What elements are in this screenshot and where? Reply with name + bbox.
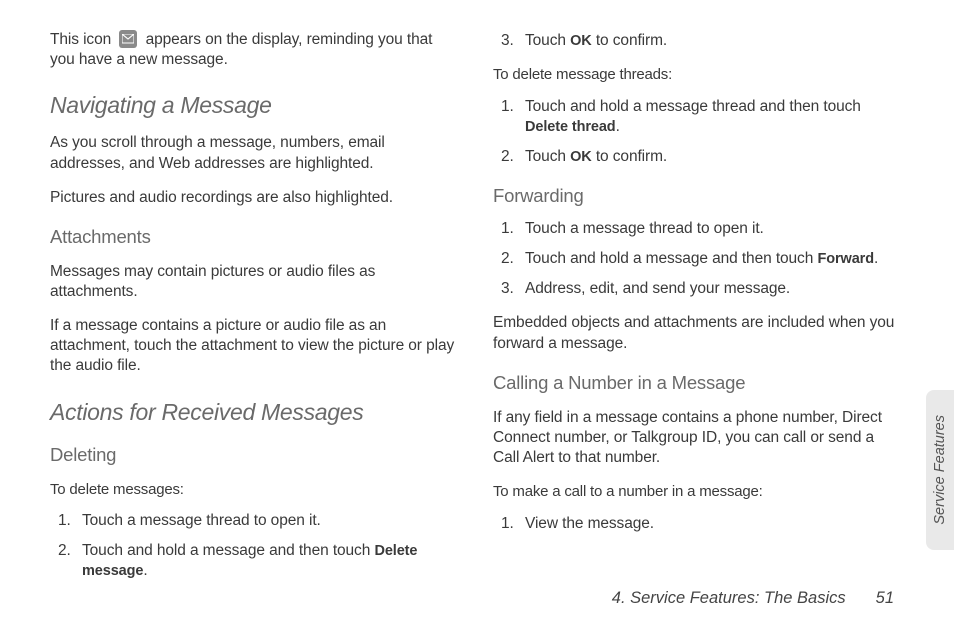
step-text: . xyxy=(616,118,620,135)
para-calling: If any field in a message contains a pho… xyxy=(493,408,904,468)
steps-calling: View the message. xyxy=(493,514,904,534)
intro-text: This icon appears on the display, remind… xyxy=(50,30,461,70)
para-forward-note: Embedded objects and attachments are inc… xyxy=(493,313,904,353)
two-column-layout: This icon appears on the display, remind… xyxy=(50,30,904,582)
step-text: Touch and hold a message thread and then… xyxy=(525,98,861,115)
step-text: Touch xyxy=(525,148,570,165)
ui-label-ok: OK xyxy=(570,149,592,165)
column-right: Touch OK to confirm. To delete message t… xyxy=(493,30,904,582)
footer-chapter: 4. Service Features: The Basics xyxy=(612,589,846,608)
para-attach-2: If a message contains a picture or audio… xyxy=(50,316,461,376)
lead-delete-messages: To delete messages: xyxy=(50,480,461,500)
intro-part-a: This icon xyxy=(50,31,111,48)
ui-label-forward: Forward xyxy=(817,251,874,267)
steps-delete-threads: Touch and hold a message thread and then… xyxy=(493,97,904,167)
column-left: This icon appears on the display, remind… xyxy=(50,30,461,582)
footer-page-number: 51 xyxy=(876,589,894,608)
lead-delete-threads: To delete message threads: xyxy=(493,65,904,85)
lead-calling: To make a call to a number in a message: xyxy=(493,482,904,502)
step-item: Touch and hold a message thread and then… xyxy=(493,97,904,137)
step-text: to confirm. xyxy=(592,32,667,49)
page-footer: 4. Service Features: The Basics 51 xyxy=(612,589,894,608)
step-item: Address, edit, and send your message. xyxy=(493,279,904,299)
heading-calling: Calling a Number in a Message xyxy=(493,372,904,394)
step-item: Touch and hold a message and then touch … xyxy=(493,249,904,269)
step-item: Touch OK to confirm. xyxy=(493,147,904,167)
step-item: Touch and hold a message and then touch … xyxy=(50,541,461,581)
steps-forwarding: Touch a message thread to open it. Touch… xyxy=(493,219,904,299)
step-text: to confirm. xyxy=(592,148,667,165)
section-tab-label: Service Features xyxy=(932,415,948,525)
ui-label-ok: OK xyxy=(570,33,592,49)
heading-attachments: Attachments xyxy=(50,226,461,248)
section-tab: Service Features xyxy=(926,390,954,550)
heading-deleting: Deleting xyxy=(50,444,461,466)
step-text: Touch and hold a message and then touch xyxy=(82,542,374,559)
message-icon xyxy=(119,30,137,50)
step-item: Touch a message thread to open it. xyxy=(50,511,461,531)
steps-delete-messages-cont: Touch OK to confirm. xyxy=(493,31,904,51)
step-text: . xyxy=(143,562,147,579)
step-item: Touch OK to confirm. xyxy=(493,31,904,51)
para-attach-1: Messages may contain pictures or audio f… xyxy=(50,262,461,302)
step-text: Touch and hold a message and then touch xyxy=(525,250,817,267)
step-item: View the message. xyxy=(493,514,904,534)
step-item: Touch a message thread to open it. xyxy=(493,219,904,239)
heading-actions: Actions for Received Messages xyxy=(50,399,461,426)
para-nav-1: As you scroll through a message, numbers… xyxy=(50,133,461,173)
para-nav-2: Pictures and audio recordings are also h… xyxy=(50,188,461,208)
ui-label-delete-thread: Delete thread xyxy=(525,119,616,135)
steps-delete-messages: Touch a message thread to open it. Touch… xyxy=(50,511,461,581)
manual-page: This icon appears on the display, remind… xyxy=(0,0,954,636)
step-text: Touch xyxy=(525,32,570,49)
step-text: . xyxy=(874,250,878,267)
heading-navigating: Navigating a Message xyxy=(50,92,461,119)
heading-forwarding: Forwarding xyxy=(493,185,904,207)
